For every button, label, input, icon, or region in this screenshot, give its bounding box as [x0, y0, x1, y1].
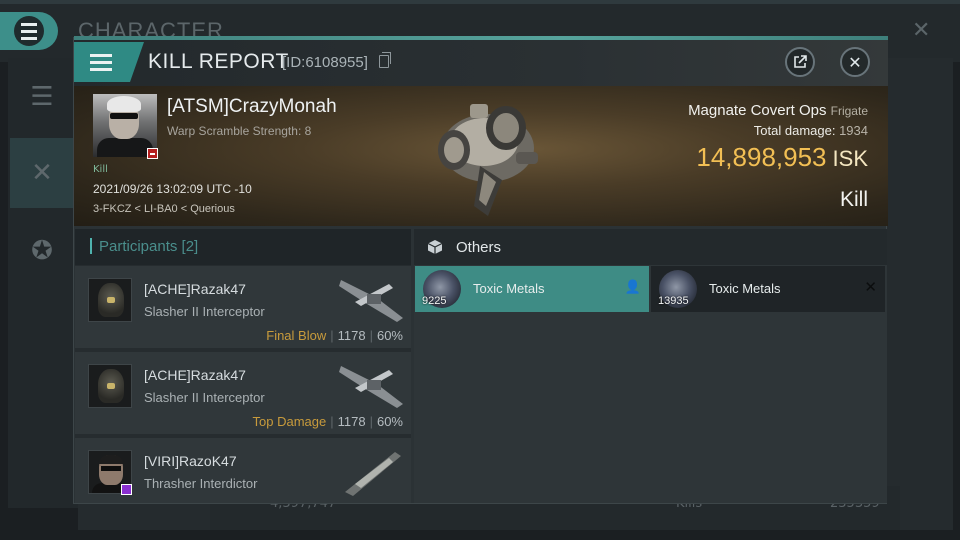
- sidebar-star-icon[interactable]: ✪: [10, 216, 74, 286]
- close-button[interactable]: ✕: [840, 47, 870, 77]
- item-card-dropped[interactable]: 9225 Toxic Metals 👤: [415, 266, 649, 312]
- sidebar-list-icon[interactable]: ☰: [10, 62, 74, 132]
- background-topline: [0, 0, 960, 4]
- participant-name: [ACHE]Razak47: [144, 281, 246, 297]
- victim-name[interactable]: [ATSM]CrazyMonah: [167, 96, 337, 118]
- participant-avatar: [88, 364, 132, 408]
- interceptor-ship-image: [339, 280, 403, 322]
- kill-location[interactable]: 3-FKCZ < LI-BA0 < Querious: [93, 203, 235, 215]
- participant-name: [VIRI]RazoK47: [144, 453, 237, 469]
- close-icon: ✕: [848, 52, 862, 72]
- final-blow-tag: Final Blow: [266, 328, 327, 343]
- participant-stats: Top Damage | 1178 | 60%: [252, 414, 404, 429]
- background-close-icon[interactable]: ✕: [912, 18, 930, 43]
- menu-icon: [90, 53, 112, 71]
- participant-stats: Final Blow | 1178 | 60%: [266, 328, 403, 343]
- participant-damage: 1178: [337, 414, 366, 429]
- participants-title: Participants [2]: [99, 238, 198, 255]
- dropped-person-icon: 👤: [624, 280, 641, 295]
- kill-timestamp: 2021/09/26 13:02:09 UTC -10: [93, 182, 252, 196]
- kill-report-menu-button[interactable]: [74, 42, 144, 82]
- kill-tag: Kill: [93, 164, 108, 175]
- ship-class: Frigate: [830, 104, 868, 118]
- kill-report-title: KILL REPORT: [148, 50, 289, 73]
- others-panel: Others 9225 Toxic Metals 👤 13935 Toxic M…: [414, 229, 887, 503]
- item-name: Toxic Metals: [473, 281, 545, 296]
- item-quantity: 13935: [658, 295, 689, 307]
- warp-scramble-strength: Warp Scramble Strength: 8: [167, 124, 312, 138]
- participant-percent: 60%: [376, 414, 403, 429]
- participant-avatar: [88, 278, 132, 322]
- participant-name: [ACHE]Razak47: [144, 367, 246, 383]
- top-damage-tag: Top Damage: [252, 414, 327, 429]
- participant-ship: Slasher II Interceptor: [144, 304, 265, 319]
- participant-row[interactable]: [VIRI]RazoK47 Thrasher Interdictor: [75, 438, 411, 503]
- participants-label: Participants: [99, 238, 178, 255]
- item-quantity: 9225: [422, 295, 447, 307]
- participant-percent: 60%: [376, 328, 403, 343]
- victim-banner: [ATSM]CrazyMonah Warp Scramble Strength:…: [74, 86, 888, 226]
- others-label: Others: [456, 239, 502, 256]
- participants-panel: Participants [2] [ACHE]Razak47 Slasher I…: [75, 229, 411, 503]
- participant-row[interactable]: [ACHE]Razak47 Slasher II Interceptor Top…: [75, 352, 411, 436]
- kill-report-modal: KILL REPORT [ID:6108955] ✕ [ATSM]CrazyMo…: [73, 36, 888, 504]
- corp-badge-icon: [121, 484, 132, 495]
- total-damage-label: Total damage:: [753, 123, 836, 138]
- ship-name[interactable]: Magnate Covert Ops Frigate: [688, 102, 868, 119]
- share-button[interactable]: [785, 47, 815, 77]
- kill-result-label: Kill: [839, 188, 868, 211]
- victim-ship-image[interactable]: [410, 88, 560, 223]
- others-header: Others: [414, 229, 887, 265]
- isk-unit: ISK: [832, 146, 868, 171]
- participant-damage: 1178: [337, 328, 366, 343]
- participant-ship: Slasher II Interceptor: [144, 390, 265, 405]
- destroyed-x-icon: ✕: [864, 278, 877, 296]
- item-card-destroyed[interactable]: 13935 Toxic Metals ✕: [651, 266, 885, 312]
- item-name: Toxic Metals: [709, 281, 781, 296]
- isk-amount: 14,898,953: [696, 142, 827, 172]
- modal-accent-line: [74, 36, 888, 40]
- interceptor-ship-image: [339, 366, 403, 408]
- participant-ship: Thrasher Interdictor: [144, 476, 258, 491]
- menu-icon: [21, 22, 37, 40]
- destroyer-ship-image: [345, 452, 401, 496]
- participants-count: [2]: [181, 238, 199, 255]
- external-link-icon: [794, 55, 807, 68]
- cube-icon: [427, 240, 443, 254]
- sidebar-combat-icon[interactable]: ✕: [10, 138, 74, 208]
- kill-report-header: KILL REPORT [ID:6108955] ✕: [74, 38, 888, 86]
- ship-name-text: Magnate Covert Ops: [688, 102, 827, 119]
- total-damage-value: 1934: [839, 123, 868, 138]
- participants-header[interactable]: Participants [2]: [75, 229, 411, 265]
- kill-report-id: [ID:6108955]: [282, 54, 368, 71]
- corp-badge-icon: [147, 148, 158, 159]
- participant-row[interactable]: [ACHE]Razak47 Slasher II Interceptor Fin…: [75, 266, 411, 350]
- isk-value: 14,898,953 ISK: [696, 142, 868, 173]
- copy-icon[interactable]: [379, 52, 391, 68]
- total-damage: Total damage: 1934: [754, 123, 868, 138]
- main-menu-button[interactable]: [0, 12, 58, 50]
